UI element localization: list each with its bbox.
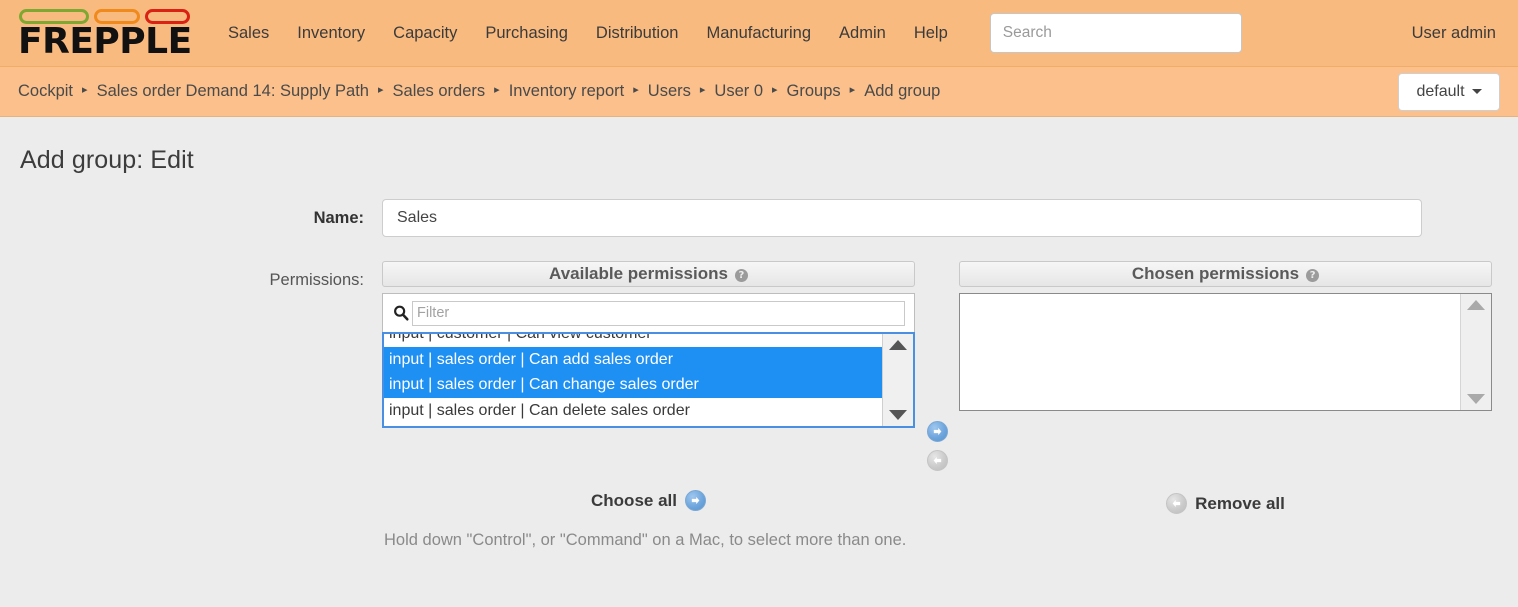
chosen-list-scrollbar[interactable]: [1460, 294, 1491, 410]
add-selected-button[interactable]: [927, 421, 948, 442]
search-input[interactable]: [990, 13, 1242, 53]
search-icon: [392, 304, 410, 322]
list-item[interactable]: input | customer | Can view customer: [384, 332, 882, 347]
breadcrumb: Cockpit ▸ Sales order Demand 14: Supply …: [18, 82, 940, 101]
available-permissions-title: Available permissions: [549, 264, 728, 284]
chevron-down-icon: [1472, 89, 1482, 94]
selector-panels: Available permissions ? input | customer…: [382, 261, 1492, 471]
remove-all-icon: [1166, 493, 1187, 514]
breadcrumb-item-users[interactable]: Users: [648, 82, 691, 101]
arrow-left-icon: [1171, 498, 1182, 509]
list-item[interactable]: input | sales order | Can delete sales o…: [384, 398, 882, 424]
arrow-right-icon: [932, 426, 943, 437]
choose-all-container: Choose all: [382, 490, 915, 511]
nav-item-purchasing[interactable]: Purchasing: [471, 14, 582, 53]
scroll-down-icon[interactable]: [1467, 394, 1485, 404]
permissions-selector: Available permissions ? input | customer…: [382, 261, 1492, 550]
user-menu[interactable]: User admin: [1412, 24, 1500, 43]
breadcrumb-item-groups[interactable]: Groups: [787, 82, 841, 101]
permissions-label: Permissions:: [20, 261, 382, 290]
available-filter-input[interactable]: [412, 301, 905, 326]
breadcrumb-separator-icon: ▸: [850, 85, 856, 96]
chosen-permissions-title: Chosen permissions: [1132, 264, 1299, 284]
chosen-options-list: [960, 294, 1460, 410]
arrow-left-icon: [932, 455, 943, 466]
available-options-list: input | customer | Can view customer inp…: [384, 332, 882, 426]
arrow-right-icon: [690, 495, 701, 506]
chosen-permissions-header: Chosen permissions ?: [959, 261, 1492, 287]
list-item[interactable]: input | sales order | Can change sales o…: [384, 372, 882, 398]
nav-item-manufacturing[interactable]: Manufacturing: [692, 14, 825, 53]
help-icon[interactable]: ?: [1306, 269, 1319, 282]
available-permissions-panel: Available permissions ? input | customer…: [382, 261, 915, 428]
name-form-row: Name:: [20, 199, 1498, 237]
remove-selected-button[interactable]: [927, 450, 948, 471]
main-nav: Sales Inventory Capacity Purchasing Dist…: [214, 14, 962, 53]
breadcrumb-item-supply-path[interactable]: Sales order Demand 14: Supply Path: [97, 82, 369, 101]
list-item[interactable]: input | sales order | Can view sales ord…: [384, 423, 882, 426]
breadcrumb-separator-icon: ▸: [633, 85, 639, 96]
breadcrumb-item-sales-orders[interactable]: Sales orders: [393, 82, 486, 101]
frepple-logo[interactable]: FREPPLE: [18, 7, 190, 58]
choose-all-icon: [685, 490, 706, 511]
breadcrumb-separator-icon: ▸: [494, 85, 500, 96]
breadcrumb-separator-icon: ▸: [82, 85, 88, 96]
nav-item-admin[interactable]: Admin: [825, 14, 900, 53]
transfer-buttons: [915, 261, 959, 471]
breadcrumb-item-cockpit[interactable]: Cockpit: [18, 82, 73, 101]
scenario-dropdown-button[interactable]: default: [1398, 73, 1500, 111]
chosen-permissions-listbox[interactable]: [959, 293, 1492, 411]
page-title: Add group: Edit: [20, 146, 1498, 175]
logo-text: FREPPLE: [18, 25, 190, 58]
available-permissions-listbox[interactable]: input | customer | Can view customer inp…: [382, 332, 915, 428]
remove-all-label: Remove all: [1195, 494, 1285, 514]
search-container: [990, 13, 1242, 53]
scroll-down-icon[interactable]: [889, 410, 907, 420]
top-navbar: FREPPLE Sales Inventory Capacity Purchas…: [0, 0, 1518, 67]
main-content: Add group: Edit Name: Permissions: Avail…: [0, 146, 1518, 550]
available-permissions-header: Available permissions ?: [382, 261, 915, 287]
multiselect-help-text: Hold down "Control", or "Command" on a M…: [382, 531, 1492, 550]
breadcrumb-item-user-0[interactable]: User 0: [714, 82, 763, 101]
breadcrumb-item-inventory-report[interactable]: Inventory report: [509, 82, 625, 101]
nav-item-sales[interactable]: Sales: [214, 14, 283, 53]
remove-all-button[interactable]: Remove all: [1166, 493, 1285, 514]
available-filter-row: [382, 293, 915, 332]
nav-item-inventory[interactable]: Inventory: [283, 14, 379, 53]
breadcrumb-item-add-group[interactable]: Add group: [864, 82, 940, 101]
nav-item-capacity[interactable]: Capacity: [379, 14, 471, 53]
nav-item-help[interactable]: Help: [900, 14, 962, 53]
breadcrumb-separator-icon: ▸: [700, 85, 706, 96]
name-input[interactable]: [382, 199, 1422, 237]
available-list-scrollbar[interactable]: [882, 334, 913, 426]
breadcrumb-separator-icon: ▸: [378, 85, 384, 96]
scroll-up-icon[interactable]: [889, 340, 907, 350]
name-label: Name:: [20, 199, 382, 228]
help-icon[interactable]: ?: [735, 269, 748, 282]
scenario-label: default: [1416, 83, 1464, 101]
choose-all-label: Choose all: [591, 491, 677, 511]
scroll-up-icon[interactable]: [1467, 300, 1485, 310]
choose-all-button[interactable]: Choose all: [591, 490, 706, 511]
nav-item-distribution[interactable]: Distribution: [582, 14, 693, 53]
breadcrumb-bar: Cockpit ▸ Sales order Demand 14: Supply …: [0, 67, 1518, 117]
remove-all-container: Remove all: [959, 493, 1492, 514]
select-all-row: Choose all: [382, 471, 1492, 514]
list-item[interactable]: input | sales order | Can add sales orde…: [384, 347, 882, 373]
permissions-form-row: Permissions: Available permissions ?: [20, 261, 1498, 550]
breadcrumb-separator-icon: ▸: [772, 85, 778, 96]
chosen-permissions-panel: Chosen permissions ?: [959, 261, 1492, 411]
